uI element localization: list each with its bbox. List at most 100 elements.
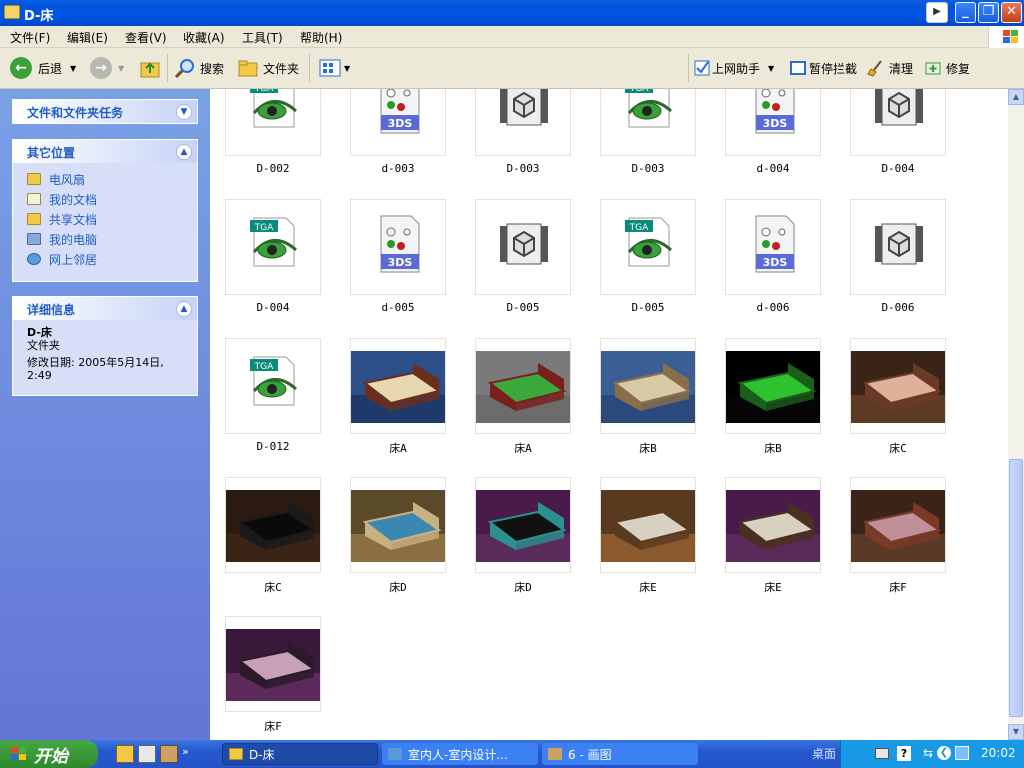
- file-thumbnail[interactable]: TGA: [600, 199, 696, 295]
- file-thumbnail[interactable]: [225, 616, 321, 712]
- place-network[interactable]: 网上邻居: [13, 249, 197, 269]
- desktop-label: 桌面: [812, 747, 837, 761]
- title-bar[interactable]: D-床 ▶ _ ❐ ✕: [0, 0, 1024, 26]
- file-thumbnail[interactable]: [225, 477, 321, 573]
- file-name[interactable]: D-005: [600, 301, 696, 314]
- file-thumbnail[interactable]: TGA: [600, 89, 696, 156]
- file-name[interactable]: D-006: [850, 301, 946, 314]
- scroll-down-button[interactable]: ▼: [1008, 724, 1024, 740]
- more-icon[interactable]: »: [182, 745, 189, 763]
- task-explorer[interactable]: D-床: [222, 743, 378, 765]
- place-my-computer[interactable]: 我的电脑: [13, 229, 197, 249]
- close-button[interactable]: ✕: [1001, 2, 1022, 23]
- file-name[interactable]: D-004: [850, 162, 946, 175]
- file-thumbnail[interactable]: 3DS: [725, 199, 821, 295]
- file-thumbnail[interactable]: [475, 89, 571, 156]
- file-name[interactable]: 床B: [600, 440, 696, 456]
- menu-favorites[interactable]: 收藏(A): [183, 29, 225, 46]
- file-thumbnail[interactable]: 3DS: [725, 89, 821, 156]
- keyboard-icon[interactable]: [875, 748, 889, 759]
- computer-tray-icon[interactable]: [955, 746, 969, 760]
- file-thumbnail[interactable]: 3DS: [350, 89, 446, 156]
- file-thumbnail[interactable]: [475, 477, 571, 573]
- back-button[interactable]: ← 后退 ▼: [10, 56, 76, 80]
- file-name[interactable]: 床A: [475, 440, 571, 456]
- file-name[interactable]: d-005: [350, 301, 446, 314]
- menu-view[interactable]: 查看(V): [125, 29, 167, 46]
- file-name[interactable]: d-003: [350, 162, 446, 175]
- file-thumbnail[interactable]: 3DS: [350, 199, 446, 295]
- file-name[interactable]: 床E: [600, 579, 696, 595]
- file-thumbnail[interactable]: TGA: [225, 338, 321, 434]
- details-header[interactable]: 详细信息 ▲: [13, 297, 197, 320]
- paint-icon[interactable]: [160, 745, 178, 763]
- repair-button[interactable]: 修复: [924, 56, 970, 80]
- file-name[interactable]: D-003: [475, 162, 571, 175]
- file-thumbnail[interactable]: [475, 199, 571, 295]
- assistant-button[interactable]: 上网助手 ▼: [694, 56, 774, 80]
- file-name[interactable]: 床A: [350, 440, 446, 456]
- file-name[interactable]: 床F: [225, 718, 321, 734]
- file-name[interactable]: 床C: [225, 579, 321, 595]
- file-name[interactable]: D-002: [225, 162, 321, 175]
- network-tray-icon[interactable]: ⇆: [923, 746, 933, 760]
- vertical-scrollbar[interactable]: ▲ ▼: [1008, 89, 1024, 740]
- chevron-left-icon[interactable]: ❮: [937, 746, 951, 760]
- minimize-button[interactable]: _: [955, 2, 976, 23]
- file-thumbnail[interactable]: [600, 477, 696, 573]
- file-thumbnail[interactable]: [475, 338, 571, 434]
- folders-button[interactable]: 文件夹: [237, 56, 299, 80]
- file-thumbnail[interactable]: [725, 477, 821, 573]
- file-thumbnail[interactable]: [350, 477, 446, 573]
- media-player-icon[interactable]: ▶: [926, 2, 948, 23]
- chevron-up-icon[interactable]: ▲: [176, 301, 192, 317]
- file-name[interactable]: 床D: [475, 579, 571, 595]
- file-thumbnail[interactable]: TGA: [225, 89, 321, 156]
- file-thumbnail[interactable]: [850, 338, 946, 434]
- place-my-documents[interactable]: 我的文档: [13, 189, 197, 209]
- task-paint[interactable]: 6 - 画图: [542, 743, 698, 765]
- file-name[interactable]: d-006: [725, 301, 821, 314]
- file-thumbnail[interactable]: [850, 89, 946, 156]
- file-name[interactable]: D-004: [225, 301, 321, 314]
- file-thumbnail[interactable]: [600, 338, 696, 434]
- file-name[interactable]: 床C: [850, 440, 946, 456]
- up-folder-button[interactable]: [139, 56, 161, 80]
- place-shared-documents[interactable]: 共享文档: [13, 209, 197, 229]
- search-button[interactable]: 搜索: [174, 56, 224, 80]
- scrollbar-thumb[interactable]: [1009, 459, 1023, 717]
- menu-edit[interactable]: 编辑(E): [67, 29, 108, 46]
- menu-tools[interactable]: 工具(T): [242, 29, 283, 46]
- file-name[interactable]: D-003: [600, 162, 696, 175]
- file-name[interactable]: 床F: [850, 579, 946, 595]
- file-name[interactable]: D-005: [475, 301, 571, 314]
- file-name[interactable]: 床D: [350, 579, 446, 595]
- file-thumbnail[interactable]: [725, 338, 821, 434]
- help-icon[interactable]: ?: [897, 746, 911, 761]
- file-name[interactable]: d-004: [725, 162, 821, 175]
- file-thumbnail[interactable]: TGA: [225, 199, 321, 295]
- chevron-up-icon[interactable]: ▲: [176, 144, 192, 160]
- chevron-down-icon[interactable]: ▼: [176, 104, 192, 120]
- task-browser[interactable]: 室内人-室内设计...: [382, 743, 538, 765]
- views-button[interactable]: ▼: [318, 56, 350, 80]
- scroll-up-button[interactable]: ▲: [1008, 89, 1024, 105]
- media-player-icon[interactable]: [116, 745, 134, 763]
- file-name[interactable]: D-012: [225, 440, 321, 453]
- place-electric-fan[interactable]: 电风扇: [13, 169, 197, 189]
- block-popup-button[interactable]: 暂停拦截: [789, 56, 857, 80]
- file-name[interactable]: 床B: [725, 440, 821, 456]
- file-thumbnail[interactable]: [350, 338, 446, 434]
- start-button[interactable]: 开始: [0, 740, 98, 768]
- file-tasks-header[interactable]: 文件和文件夹任务 ▼: [13, 100, 197, 123]
- maximize-button[interactable]: ❐: [978, 2, 999, 23]
- file-thumbnail[interactable]: [850, 477, 946, 573]
- menu-file[interactable]: 文件(F): [10, 29, 50, 46]
- app-icon[interactable]: [138, 745, 156, 763]
- menu-help[interactable]: 帮助(H): [300, 29, 342, 46]
- forward-button[interactable]: → ▼: [90, 56, 124, 80]
- clean-button[interactable]: 清理: [867, 56, 913, 80]
- file-thumbnail[interactable]: [850, 199, 946, 295]
- file-name[interactable]: 床E: [725, 579, 821, 595]
- other-places-header[interactable]: 其它位置 ▲: [13, 140, 197, 163]
